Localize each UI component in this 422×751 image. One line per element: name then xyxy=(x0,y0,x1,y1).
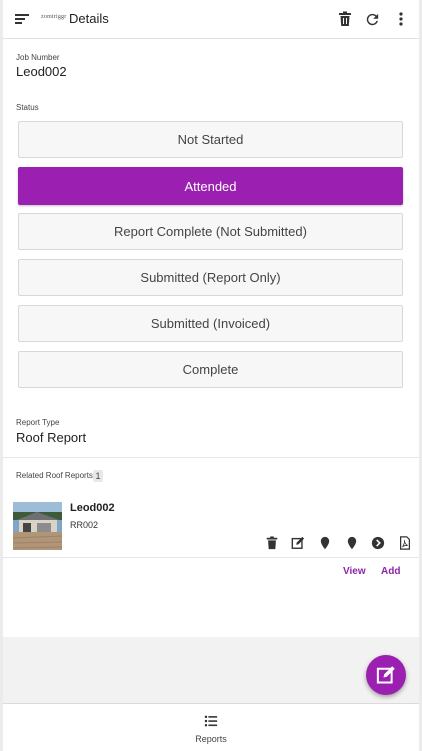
edit-fab-button[interactable] xyxy=(366,655,406,695)
arrow-right-circle-icon[interactable] xyxy=(371,536,385,550)
edit-icon[interactable] xyxy=(291,536,305,550)
status-option-submitted-report-only[interactable]: Submitted (Report Only) xyxy=(18,259,403,296)
trash-icon[interactable] xyxy=(335,9,355,29)
job-number-value: Leod002 xyxy=(16,64,67,79)
row-divider xyxy=(3,557,419,558)
status-option-not-started[interactable]: Not Started xyxy=(18,121,403,158)
app-frame: zomtriggr Details Job Number Leod002 Sta… xyxy=(3,0,419,751)
nav-reports-label: Reports xyxy=(195,734,227,744)
status-option-report-complete[interactable]: Report Complete (Not Submitted) xyxy=(18,213,403,250)
app-logo: zomtriggr xyxy=(41,14,67,20)
section-divider xyxy=(3,457,419,458)
status-label: Status xyxy=(16,103,39,112)
nav-reports[interactable]: Reports xyxy=(181,709,241,747)
report-thumbnail[interactable] xyxy=(13,502,62,550)
content-footer-area xyxy=(3,637,419,703)
report-type-label: Report Type xyxy=(16,418,60,427)
pdf-icon[interactable] xyxy=(398,536,412,550)
report-title[interactable]: Leod002 xyxy=(70,502,115,514)
top-app-bar: zomtriggr Details xyxy=(3,0,419,39)
refresh-icon[interactable] xyxy=(362,9,382,29)
menu-icon[interactable] xyxy=(13,10,31,28)
view-link[interactable]: View xyxy=(343,566,366,577)
job-number-label: Job Number xyxy=(16,53,60,62)
status-option-complete[interactable]: Complete xyxy=(18,351,403,388)
status-option-submitted-invoiced[interactable]: Submitted (Invoiced) xyxy=(18,305,403,342)
bottom-navigation: Reports xyxy=(3,703,419,751)
location-pin-icon[interactable] xyxy=(318,536,332,550)
report-code: RR002 xyxy=(70,520,99,530)
report-type-value: Roof Report xyxy=(16,430,87,445)
location-pin-icon[interactable] xyxy=(345,536,359,550)
edit-icon xyxy=(376,666,395,684)
page-title: Details xyxy=(69,11,109,26)
status-option-attended[interactable]: Attended xyxy=(18,167,403,205)
trash-icon[interactable] xyxy=(265,536,279,550)
related-reports-label: Related Roof Reports xyxy=(16,471,93,480)
related-reports-count: 1 xyxy=(93,470,103,482)
list-icon xyxy=(204,714,218,728)
more-vert-icon[interactable] xyxy=(391,9,411,29)
add-link[interactable]: Add xyxy=(381,566,400,577)
